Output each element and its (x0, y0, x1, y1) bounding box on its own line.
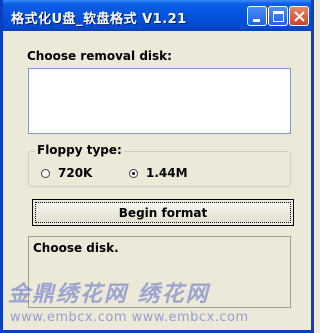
radio-720k-label: 720K (58, 166, 93, 180)
radio-720k-indicator[interactable] (41, 168, 50, 178)
choose-disk-label: Choose removal disk: (27, 49, 172, 63)
window-title: 格式化U盘_软盘格式 V1.21 (11, 12, 187, 27)
maximize-button[interactable] (268, 6, 288, 26)
begin-format-button[interactable]: Begin format (32, 199, 294, 226)
close-button[interactable] (289, 6, 309, 26)
title-bar[interactable]: 格式化U盘_软盘格式 V1.21 (3, 0, 311, 31)
minimize-icon (253, 19, 260, 22)
close-icon (294, 11, 305, 22)
floppy-type-label: Floppy type: (35, 143, 124, 157)
radio-1-44m[interactable]: 1.44M (129, 166, 188, 180)
status-box: Choose disk. (28, 236, 291, 308)
radio-1-44m-label: 1.44M (146, 166, 188, 180)
radio-720k[interactable]: 720K (41, 166, 92, 180)
status-text: Choose disk. (33, 241, 119, 255)
begin-format-label: Begin format (35, 202, 291, 223)
disk-listbox[interactable] (28, 68, 291, 134)
radio-1-44m-indicator[interactable] (129, 168, 138, 178)
watermark-url: www.embcx.com www.embcx.com (10, 310, 249, 325)
minimize-button[interactable] (247, 6, 267, 26)
app-window: 格式化U盘_软盘格式 V1.21 Choose removal disk: Fl… (0, 0, 314, 333)
maximize-icon (273, 11, 284, 22)
